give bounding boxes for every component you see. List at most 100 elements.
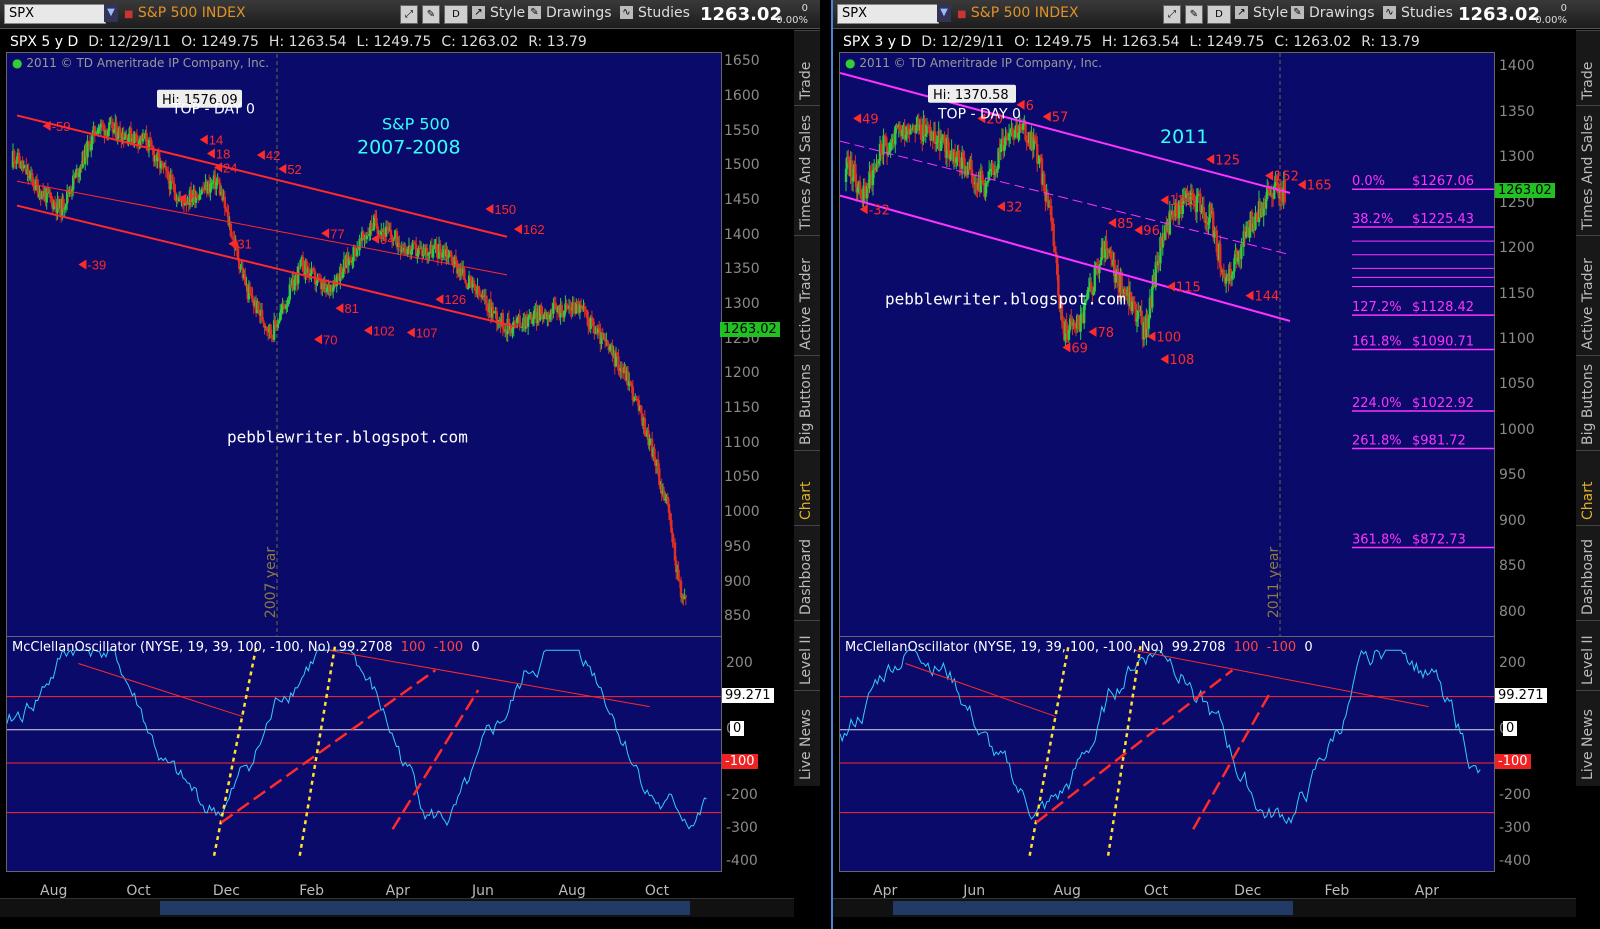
bar-count-label: 94 [380, 232, 394, 247]
trendline-red [1192, 689, 1273, 830]
side-tab-label: Live News [1580, 709, 1596, 780]
side-tab-trade[interactable]: Trade [1576, 30, 1600, 106]
trendline-yellow [212, 643, 259, 856]
bar-count-marker [1167, 281, 1175, 292]
bar-count-marker [314, 334, 323, 345]
side-tab-active-trader[interactable]: Active Trader [794, 235, 820, 356]
bar-count-label: -32 [869, 203, 890, 218]
osc-zero-flag: 0 [1503, 720, 1518, 736]
studies-button[interactable]: ∿ Studies [620, 5, 690, 22]
left-price-chart[interactable]: -591418422452731-39779415016212681701021… [6, 52, 722, 654]
side-tab-times-and-sales[interactable]: Times And Sales [794, 105, 820, 236]
candle-body [635, 396, 638, 399]
bar-count-marker [1265, 170, 1274, 181]
candle-body [684, 595, 687, 598]
symbol-dropdown-icon[interactable]: ▼ [937, 4, 951, 22]
bar-count-marker [256, 149, 265, 160]
symbol-input[interactable]: SPX [837, 4, 939, 24]
zoom-icon[interactable]: ⤢ [1163, 5, 1181, 24]
side-tab-label: Chart [1580, 481, 1596, 520]
candle-body [472, 280, 476, 284]
edit-icon[interactable]: ✎ [1185, 5, 1203, 24]
drawings-icon: ✎ [528, 6, 541, 19]
date-axis-label: Feb [299, 883, 325, 899]
side-tab-level-ii[interactable]: Level II [794, 620, 820, 691]
candle-body [257, 301, 260, 311]
link-icon[interactable]: ■ [957, 9, 966, 20]
bar-count-label: 70 [323, 332, 337, 347]
studies-icon: ∿ [620, 6, 633, 19]
drawings-button[interactable]: ✎ Drawings [1291, 5, 1375, 22]
price-tick-label: 950 [1499, 467, 1526, 484]
symbol-input[interactable]: SPX [4, 4, 106, 24]
side-tab-chart[interactable]: Chart [794, 450, 820, 526]
price-tick-label: 1400 [1499, 58, 1535, 75]
bar-count-label: 125 [1215, 153, 1240, 168]
date-axis-label: Apr [1414, 883, 1439, 899]
right-scrollbar[interactable] [833, 898, 1576, 917]
side-tab-big-buttons[interactable]: Big Buttons [794, 355, 820, 451]
trendline-red [391, 689, 480, 830]
side-tab-active-trader[interactable]: Active Trader [1576, 235, 1600, 356]
side-tab-label: Trade [1580, 61, 1596, 100]
drawings-button[interactable]: ✎ Drawings [528, 5, 612, 22]
info-icon: ● [845, 56, 856, 70]
scroll-thumb[interactable] [893, 901, 1293, 915]
side-tab-times-and-sales[interactable]: Times And Sales [1576, 105, 1600, 236]
side-tab-live-news[interactable]: Live News [794, 690, 820, 786]
fib-percent: 161.8% [1352, 334, 1402, 349]
bar-count-label: 165 [1307, 179, 1332, 194]
bar-count-marker [853, 113, 862, 124]
trendline-red [78, 663, 243, 718]
side-tab-big-buttons[interactable]: Big Buttons [1576, 355, 1600, 451]
chart-name: SPX 5 y D [10, 34, 79, 50]
candle-body [518, 315, 521, 327]
price-tick-label: 1600 [724, 88, 760, 105]
candle-body [223, 196, 227, 209]
top-label: TOP - DAY 0 [937, 106, 1021, 122]
side-tab-live-news[interactable]: Live News [1576, 690, 1600, 786]
price-tick-label: 1300 [1499, 149, 1535, 166]
right-price-chart[interactable]: 0.0% $1267.06 38.2% $1225.43 127.2% $1128.42 1… [839, 52, 1495, 654]
scroll-thumb[interactable] [160, 901, 690, 915]
side-tab-chart[interactable]: Chart [1576, 450, 1600, 526]
candle-body [473, 283, 477, 291]
side-tab-trade[interactable]: Trade [794, 30, 820, 106]
bar-count-label: 144 [1254, 290, 1279, 305]
symbol-dropdown-icon[interactable]: ▼ [104, 4, 118, 22]
bar-count-label: 69 [1071, 341, 1088, 356]
right-chart-panel: SPX ▼ ■ S&P 500 INDEX ⤢ ✎ D ↗ Style ✎ Draw… [831, 0, 1600, 929]
style-button[interactable]: ↗ Style [1235, 5, 1288, 22]
side-tab-dashboard[interactable]: Dashboard [794, 525, 820, 621]
period-button[interactable]: D [1207, 5, 1231, 24]
style-button[interactable]: ↗ Style [472, 5, 525, 22]
zoom-icon[interactable]: ⤢ [400, 5, 418, 24]
bar-count-marker [1297, 179, 1306, 190]
date-axis-label: Aug [40, 883, 68, 899]
bar-count-label: 162 [523, 222, 545, 237]
change: 0 0.00% [1535, 3, 1567, 26]
osc-value-flag: 99.271 [1495, 687, 1547, 703]
bar-count-label: 107 [416, 325, 438, 340]
link-icon[interactable]: ■ [124, 9, 133, 20]
side-tab-dashboard[interactable]: Dashboard [1576, 525, 1600, 621]
date-axis-label: Oct [126, 883, 151, 899]
left-scrollbar[interactable] [0, 898, 794, 917]
edit-icon[interactable]: ✎ [422, 5, 440, 24]
date-axis-label: Feb [1324, 883, 1350, 899]
trendline-red [1035, 669, 1234, 824]
bar-count-marker [1134, 225, 1143, 236]
left-oscillator-chart[interactable] [6, 636, 722, 872]
bar-count-label: 57 [1052, 111, 1069, 126]
price-tick-label: 950 [724, 538, 751, 555]
fib-percent: 127.2% [1352, 300, 1402, 315]
candle-body [464, 279, 467, 284]
studies-button[interactable]: ∿ Studies [1383, 5, 1453, 22]
candle-body [587, 318, 590, 327]
period-button[interactable]: D [444, 5, 468, 24]
bar-count-label: 7 [187, 192, 194, 207]
side-tab-level-ii[interactable]: Level II [1576, 620, 1600, 691]
date-axis-label: Dec [1234, 883, 1262, 899]
drawings-icon: ✎ [1291, 6, 1304, 19]
right-oscillator-chart[interactable] [839, 636, 1495, 872]
